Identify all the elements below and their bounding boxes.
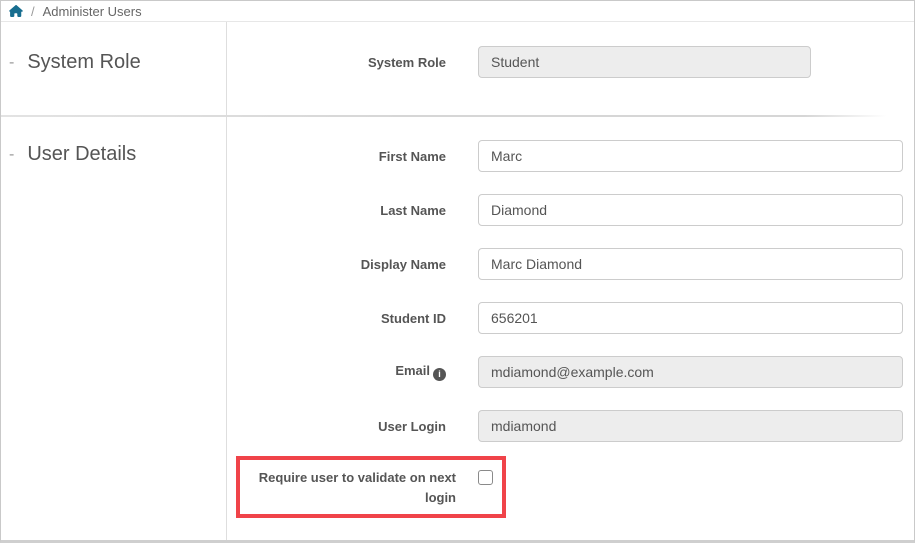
sidebar-section-label: System Role [27, 51, 140, 74]
require-validate-label: Require user to validate on next login [246, 468, 456, 508]
user-form: System Role First Name Last Name Display… [227, 22, 913, 540]
email-label: Emaili [227, 363, 446, 381]
collapse-icon[interactable]: - [9, 55, 14, 71]
form-row-first-name: First Name [227, 140, 903, 172]
form-row-display-name: Display Name [227, 248, 903, 280]
breadcrumb: / Administer Users [1, 1, 914, 22]
last-name-input[interactable] [478, 194, 903, 226]
sidebar-section-system-role[interactable]: - System Role [9, 51, 141, 74]
info-icon[interactable]: i [433, 368, 446, 381]
system-role-input [478, 46, 811, 78]
administer-users-page: / Administer Users - System Role - User … [0, 0, 915, 543]
home-icon[interactable] [9, 5, 23, 17]
form-row-email: Emaili [227, 356, 903, 388]
user-login-input [478, 410, 903, 442]
form-row-last-name: Last Name [227, 194, 903, 226]
email-input [478, 356, 903, 388]
first-name-label: First Name [227, 149, 446, 164]
student-id-input[interactable] [478, 302, 903, 334]
last-name-label: Last Name [227, 203, 446, 218]
breadcrumb-separator: / [31, 4, 35, 19]
collapse-icon[interactable]: - [9, 147, 14, 163]
first-name-input[interactable] [478, 140, 903, 172]
breadcrumb-current: Administer Users [43, 4, 142, 19]
sidebar-section-user-details[interactable]: - User Details [9, 143, 136, 166]
highlight-box: Require user to validate on next login [236, 456, 506, 518]
display-name-input[interactable] [478, 248, 903, 280]
display-name-label: Display Name [227, 257, 446, 272]
form-row-student-id: Student ID [227, 302, 903, 334]
form-row-user-login: User Login [227, 410, 903, 442]
form-row-system-role: System Role [227, 46, 903, 78]
user-login-label: User Login [227, 419, 446, 434]
student-id-label: Student ID [227, 311, 446, 326]
require-validate-checkbox[interactable] [478, 470, 493, 485]
system-role-label: System Role [227, 55, 446, 70]
sidebar-section-label: User Details [27, 143, 136, 166]
